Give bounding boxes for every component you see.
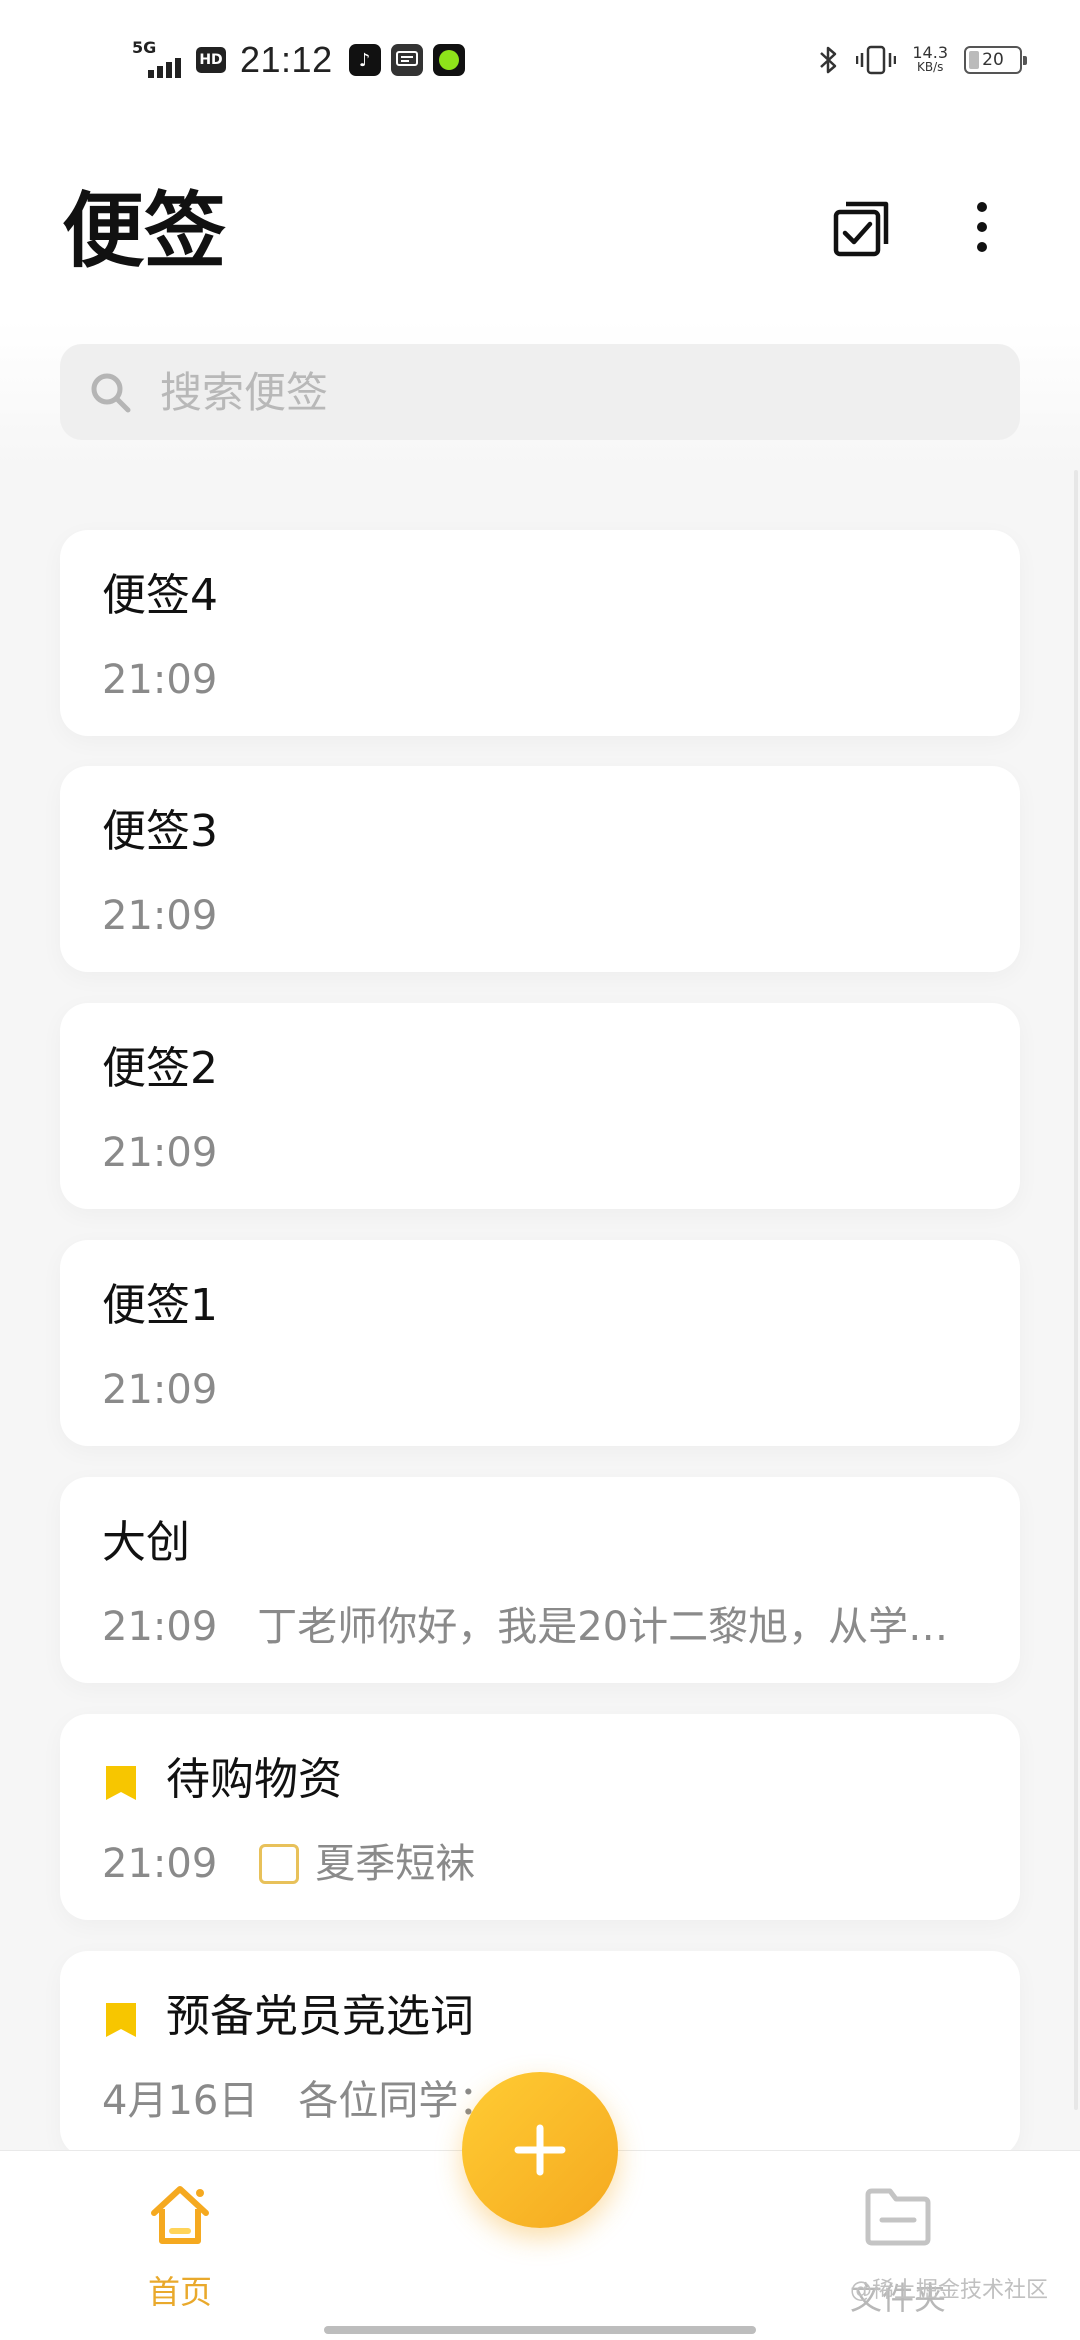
checkbox-icon[interactable]	[259, 1844, 300, 1884]
note-card[interactable]: 便签1 21:09	[60, 1240, 1020, 1446]
note-time: 21:09	[102, 893, 218, 939]
note-meta: 21:09	[102, 1125, 217, 1181]
gesture-bar[interactable]	[324, 2326, 756, 2334]
watermark: @稀土掘金技术社区	[849, 2278, 1048, 2303]
note-time: 21:09	[102, 1367, 218, 1413]
note-list: 便签4 21:09 便签3 21:09 便签2 21:09 便签1 21:09 …	[0, 470, 1080, 2150]
more-options-button[interactable]	[960, 192, 1004, 262]
note-time: 4月16日	[102, 2078, 259, 2124]
status-bar: 5G HD 21:12 ♪ 14.3 KB/s 20	[0, 0, 1080, 120]
checklist-item-text: 夏季短袜	[315, 1841, 476, 1887]
nav-home[interactable]: 首页	[130, 2181, 230, 2321]
bluetooth-icon	[820, 46, 837, 74]
home-icon	[151, 2186, 209, 2244]
note-meta: 4月16日 各位同学：	[102, 2073, 498, 2129]
search-icon	[91, 373, 131, 413]
vibrate-icon	[856, 45, 897, 75]
plus-icon	[514, 2124, 566, 2176]
note-meta: 21:09 丁老师你好，我是20计二黎旭，从学…	[102, 1599, 948, 1655]
note-meta: 21:09	[102, 652, 217, 708]
note-title: 便签2	[102, 1043, 218, 1094]
note-title: 预备党员竞选词	[166, 1991, 474, 2042]
note-title: 便签1	[102, 1280, 218, 1331]
search-bar[interactable]	[60, 344, 1020, 440]
multi-select-icon	[833, 201, 889, 257]
note-card[interactable]: 待购物资 21:09 夏季短袜	[60, 1714, 1020, 1920]
note-meta: 21:09	[102, 888, 217, 944]
folder-icon	[865, 2188, 931, 2246]
tiktok-icon: ♪	[348, 44, 381, 76]
search-input[interactable]	[160, 344, 980, 440]
note-title: 便签3	[102, 806, 218, 857]
add-note-button[interactable]	[462, 2072, 618, 2228]
multi-select-button[interactable]	[830, 196, 894, 260]
app-header: 便签	[0, 120, 1080, 320]
battery-level: 20	[982, 50, 1004, 70]
app-icon	[432, 44, 465, 76]
bookmark-icon	[106, 1766, 136, 1800]
signal-icon: 5G	[132, 40, 186, 80]
note-title: 待购物资	[166, 1754, 342, 1805]
note-card[interactable]: 便签2 21:09	[60, 1003, 1020, 1209]
note-time: 21:09	[102, 1604, 218, 1650]
note-card[interactable]: 便签4 21:09	[60, 530, 1020, 736]
page-title: 便签	[62, 184, 227, 279]
note-card[interactable]: 大创 21:09 丁老师你好，我是20计二黎旭，从学…	[60, 1477, 1020, 1683]
message-icon	[390, 44, 423, 76]
battery-icon: 20	[964, 46, 1027, 74]
search-section	[0, 320, 1080, 470]
note-meta: 21:09 夏季短袜	[102, 1836, 475, 1892]
note-preview: 丁老师你好，我是20计二黎旭，从学…	[257, 1604, 949, 1650]
status-time: 21:12	[240, 39, 333, 80]
hd-icon: HD	[196, 47, 226, 73]
note-card[interactable]: 便签3 21:09	[60, 766, 1020, 972]
note-title: 便签4	[102, 570, 218, 621]
status-left: 5G HD 21:12 ♪	[132, 38, 465, 82]
note-time: 21:09	[102, 657, 218, 703]
network-type: 5G	[132, 38, 157, 57]
note-time: 21:09	[102, 1130, 218, 1176]
nav-home-label: 首页	[147, 2273, 212, 2311]
note-title: 大创	[102, 1517, 190, 1568]
bookmark-icon	[106, 2003, 136, 2037]
note-time: 21:09	[102, 1841, 218, 1887]
status-right: 14.3 KB/s 20	[818, 40, 1027, 80]
note-meta: 21:09	[102, 1362, 217, 1418]
network-speed: 14.3 KB/s	[912, 43, 948, 75]
more-icon	[977, 202, 987, 212]
scrollbar[interactable]	[1074, 470, 1078, 2110]
